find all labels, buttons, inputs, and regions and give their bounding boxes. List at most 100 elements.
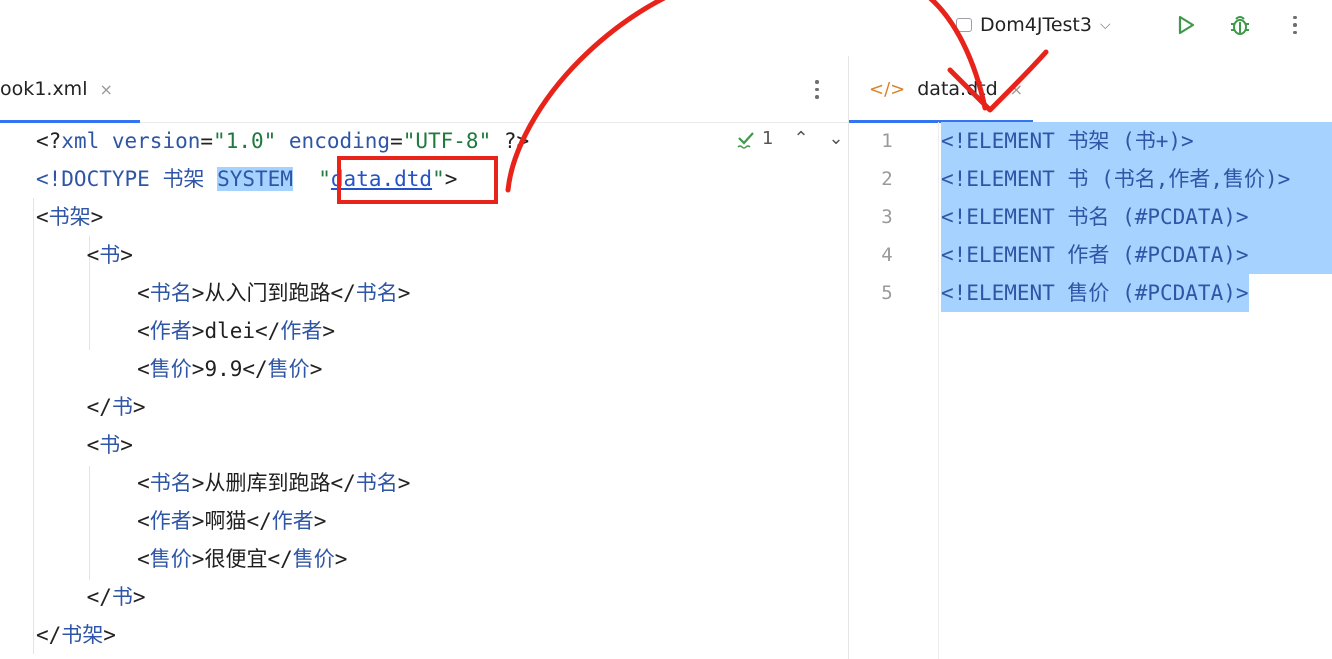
code-token: 书名 (355, 471, 398, 495)
code-line: <作者>啊猫</作者> (36, 502, 326, 540)
dtd-editor-pane: </> data.dtd × 1 2 3 4 5 <!ELEMENT 书架 (书+)> <!… (849, 56, 1332, 659)
run-configuration-label: Dom4JTest3 (980, 14, 1092, 36)
code-line: <?xml version="1.0" encoding="UTF-8" ?> (36, 122, 529, 160)
code-token: </ (242, 357, 268, 381)
xml-file-icon: </> (869, 78, 906, 100)
code-token: 售价 (292, 547, 335, 571)
code-token: > (397, 281, 411, 305)
code-line: <书名>从入门到跑路</书名> (36, 274, 410, 312)
close-icon[interactable]: × (1010, 80, 1023, 99)
dtd-line: <!ELEMENT 书名 (#PCDATA)> (941, 198, 1332, 236)
close-icon[interactable]: × (99, 80, 112, 99)
annotation-box (337, 156, 498, 204)
code-token: 书架 (48, 205, 91, 229)
code-token: 书名 (149, 471, 192, 495)
code-token: > (397, 471, 411, 495)
code-token: 作者 (271, 509, 314, 533)
code-token: > (191, 319, 205, 343)
code-token: > (191, 509, 205, 533)
dtd-code-area[interactable]: 1 2 3 4 5 <!ELEMENT 书架 (书+)> <!ELEMENT 书 (书名,作… (849, 122, 1332, 659)
code-token: ?> (503, 129, 530, 153)
code-token: 书 (99, 243, 121, 267)
code-token: > (132, 585, 146, 609)
code-token: 书 (111, 585, 133, 609)
code-token: 书名 (149, 281, 192, 305)
code-token: </ (330, 471, 356, 495)
code-token: 从删库到跑路 (204, 471, 331, 495)
debug-icon (1231, 16, 1249, 35)
code-token: 作者 (149, 509, 192, 533)
code-token: 啊猫 (204, 509, 247, 533)
code-line: <书> (36, 426, 133, 464)
debug-button[interactable] (1225, 10, 1255, 40)
code-token: > (309, 357, 323, 381)
code-token: > (334, 547, 348, 571)
code-token: < (36, 357, 150, 381)
code-token: SYSTEM (217, 167, 293, 191)
more-vertical-icon (1292, 15, 1298, 35)
code-token: </ (255, 319, 281, 343)
code-token: > (191, 547, 205, 571)
code-token: </ (36, 623, 62, 647)
code-line: <书> (36, 236, 133, 274)
code-token: "1.0" (213, 129, 289, 153)
line-number: 3 (881, 206, 893, 228)
code-token: 作者 (280, 319, 323, 343)
tab-data-dtd[interactable]: </> data.dtd × (869, 74, 1023, 104)
code-token: > (132, 395, 146, 419)
code-token: 售价 (149, 357, 192, 381)
code-token: < (36, 205, 49, 229)
tab-book1-xml[interactable]: book1.xml × (0, 74, 113, 104)
code-token: </ (330, 281, 356, 305)
code-token: = (390, 129, 403, 153)
code-line: </书架> (36, 616, 116, 654)
line-number: 5 (881, 282, 893, 304)
code-token: > (103, 623, 116, 647)
code-token: > (120, 433, 133, 457)
tab-label: data.dtd (917, 78, 998, 100)
code-token: > (90, 205, 104, 229)
code-token: 书架 (162, 167, 218, 191)
code-token: < (36, 471, 150, 495)
chevron-down-icon: ⌵ (1099, 17, 1111, 33)
code-token: > (191, 281, 205, 305)
right-tab-bar: </> data.dtd × (849, 56, 1332, 123)
more-vertical-icon[interactable] (814, 80, 820, 99)
code-line: <售价>很便宜</售价> (36, 540, 347, 578)
code-token: encoding (288, 129, 391, 153)
indent-guide (33, 198, 34, 654)
code-token: < (36, 547, 150, 571)
more-actions-button[interactable] (1280, 10, 1310, 40)
code-token: 书架 (61, 623, 104, 647)
dtd-line: <!ELEMENT 书 (书名,作者,售价)> (941, 160, 1332, 198)
run-configuration-selector[interactable]: Dom4JTest3 ⌵ (956, 12, 1111, 38)
code-token: version (111, 129, 201, 153)
code-token: > (322, 319, 335, 343)
code-token: 9.9 (204, 357, 243, 381)
tab-label: book1.xml (0, 78, 88, 100)
code-line: <书名>从删库到跑路</书名> (36, 464, 410, 502)
run-button[interactable] (1171, 10, 1201, 40)
line-number: 2 (881, 168, 893, 190)
code-token: 作者 (149, 319, 192, 343)
code-token: <? (36, 129, 62, 153)
line-number: 1 (881, 130, 893, 152)
code-token: < (36, 281, 150, 305)
code-line: <作者>dlei</作者> (36, 312, 335, 350)
code-token: dlei (204, 319, 256, 343)
dtd-line: <!ELEMENT 书架 (书+)> (941, 122, 1332, 160)
code-token: < (36, 243, 100, 267)
code-token: 售价 (267, 357, 310, 381)
code-token: < (36, 433, 100, 457)
code-token: 书名 (355, 281, 398, 305)
code-token: 书 (111, 395, 133, 419)
code-token: 很便宜 (204, 547, 268, 571)
code-token: </ (246, 509, 272, 533)
window-icon (956, 18, 972, 32)
top-toolbar: Dom4JTest3 ⌵ (0, 0, 1332, 56)
code-token: 书 (99, 433, 121, 457)
code-line: </书> (36, 388, 146, 426)
code-token: </ (36, 395, 112, 419)
dtd-line: <!ELEMENT 售价 (#PCDATA)> (941, 274, 1249, 312)
code-token: > (313, 509, 327, 533)
